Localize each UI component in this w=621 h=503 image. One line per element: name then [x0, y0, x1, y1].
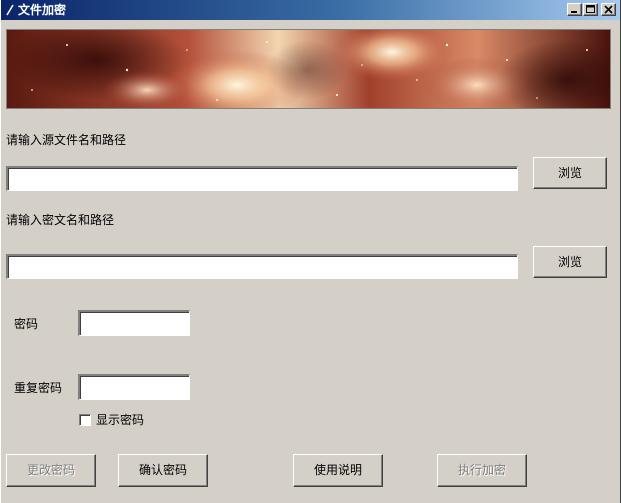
minimize-button[interactable]	[567, 3, 582, 16]
source-browse-button[interactable]: 浏览	[533, 157, 607, 189]
source-file-label: 请输入源文件名和路径	[6, 133, 127, 147]
repeat-password-label: 重复密码	[14, 381, 63, 395]
password-input[interactable]	[78, 310, 190, 336]
window-title: 文件加密	[18, 3, 67, 17]
repeat-password-input[interactable]	[78, 374, 190, 400]
cipher-file-input[interactable]	[6, 254, 518, 279]
minimize-icon	[571, 11, 577, 13]
show-password-checkbox[interactable]	[79, 414, 91, 426]
password-label: 密码	[14, 317, 39, 331]
banner-image	[6, 29, 611, 109]
show-password-label: 显示密码	[96, 413, 145, 427]
app-window: 文件加密 请输入源文件名和路径 浏览 请输入密文名和路径 浏览 密码 重复密码 …	[0, 0, 621, 503]
change-password-button[interactable]: 更改密码	[6, 454, 96, 487]
app-icon	[5, 3, 15, 17]
maximize-icon	[586, 5, 595, 13]
title-bar[interactable]: 文件加密	[1, 0, 620, 20]
close-icon	[604, 5, 613, 14]
confirm-password-button[interactable]: 确认密码	[118, 454, 208, 487]
instructions-button[interactable]: 使用说明	[293, 454, 383, 487]
cipher-file-label: 请输入密文名和路径	[6, 213, 115, 227]
execute-encrypt-button[interactable]: 执行加密	[437, 454, 527, 487]
close-button[interactable]	[601, 3, 616, 16]
cipher-browse-button[interactable]: 浏览	[533, 246, 607, 278]
source-file-input[interactable]	[6, 166, 518, 191]
maximize-button[interactable]	[583, 3, 598, 16]
